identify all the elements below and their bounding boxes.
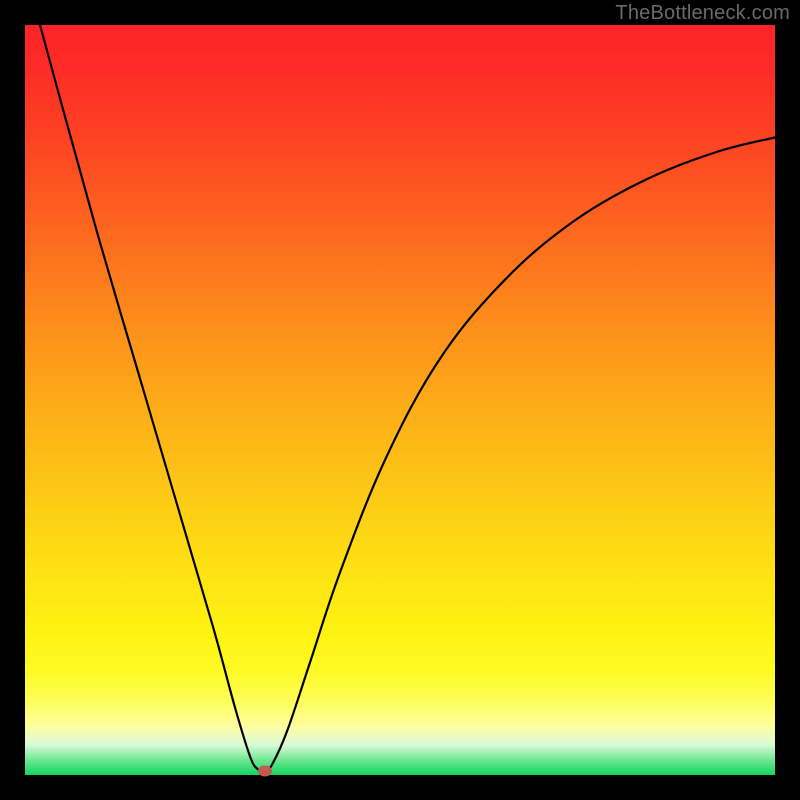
minimum-marker [258, 766, 272, 777]
plot-area [25, 25, 775, 775]
bottleneck-curve [25, 25, 775, 775]
attribution-text: TheBottleneck.com [615, 2, 790, 25]
chart-frame: TheBottleneck.com [0, 0, 800, 800]
